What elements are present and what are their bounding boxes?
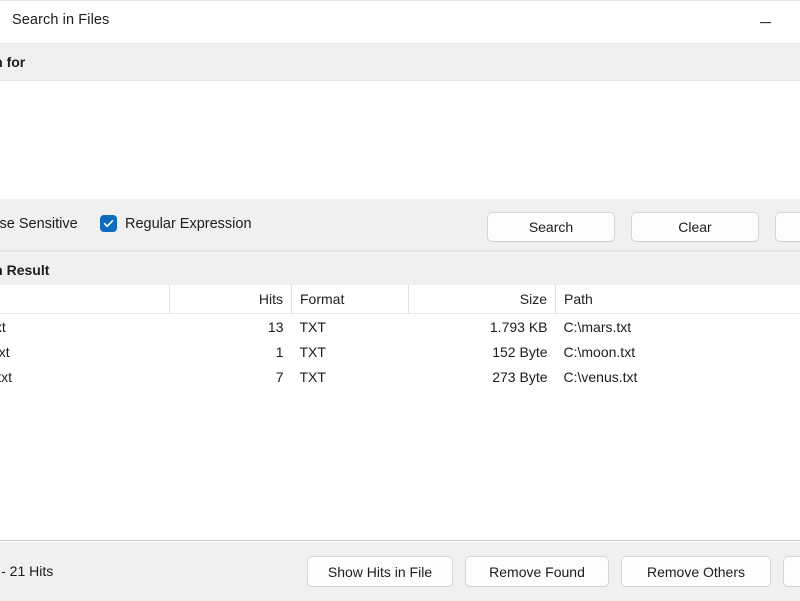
select-all-button[interactable]: Select All <box>783 556 800 587</box>
checkbox-box-regular-expression <box>100 215 117 232</box>
case-sensitive-checkbox[interactable]: Case Sensitive <box>0 215 78 232</box>
regular-expression-checkbox[interactable]: Regular Expression <box>100 215 252 232</box>
table-row[interactable]: moon.txt 1 TXT 152 Byte C:\moon.txt <box>0 339 800 364</box>
cell-hits: 13 <box>170 314 292 340</box>
search-for-group-header: Search for <box>0 43 800 81</box>
results-table-header: Name Hits Format Size Path <box>0 285 800 314</box>
results-table: Name Hits Format Size Path mars.txt 13 T… <box>0 285 800 389</box>
remove-found-button[interactable]: Remove Found <box>465 556 609 587</box>
cell-size: 273 Byte <box>409 364 556 389</box>
search-result-group-header: Search Result <box>0 251 800 289</box>
search-in-files-window: Search in Files <box>0 0 800 600</box>
regular-expression-label: Regular Expression <box>125 216 252 232</box>
column-header-format[interactable]: Format <box>292 285 409 314</box>
title-bar: Search in Files <box>0 1 800 43</box>
caption-button-group <box>742 1 800 43</box>
cell-size: 1.793 KB <box>409 314 556 340</box>
cell-hits: 1 <box>170 339 292 364</box>
column-header-size[interactable]: Size <box>409 285 556 314</box>
column-header-name[interactable]: Name <box>0 285 170 314</box>
table-row[interactable]: mars.txt 13 TXT 1.793 KB C:\mars.txt <box>0 314 800 340</box>
minimize-icon <box>760 17 771 28</box>
close-dialog-button[interactable]: Close <box>775 212 800 242</box>
cell-name: mars.txt <box>0 314 170 340</box>
column-header-hits[interactable]: Hits <box>170 285 292 314</box>
clear-button[interactable]: Clear <box>631 212 759 242</box>
table-row[interactable]: venus.txt 7 TXT 273 Byte C:\venus.txt <box>0 364 800 389</box>
remove-others-button[interactable]: Remove Others <box>621 556 771 587</box>
search-button[interactable]: Search <box>487 212 615 242</box>
cell-format: TXT <box>292 314 409 340</box>
cell-format: TXT <box>292 364 409 389</box>
search-input[interactable] <box>0 82 800 199</box>
search-for-label: Search for <box>0 54 25 70</box>
status-text: 3 Files - 21 Hits <box>0 563 53 579</box>
window-title: Search in Files <box>12 12 109 28</box>
cell-path: C:\venus.txt <box>556 364 800 389</box>
results-list[interactable]: Name Hits Format Size Path mars.txt 13 T… <box>0 285 800 541</box>
column-header-path[interactable]: Path <box>556 285 800 314</box>
minimize-button[interactable] <box>742 1 788 43</box>
table-header-row: Name Hits Format Size Path <box>0 285 800 314</box>
cell-size: 152 Byte <box>409 339 556 364</box>
cell-path: C:\moon.txt <box>556 339 800 364</box>
results-table-body: mars.txt 13 TXT 1.793 KB C:\mars.txt moo… <box>0 314 800 390</box>
case-sensitive-label: Case Sensitive <box>0 216 78 232</box>
show-hits-in-file-button[interactable]: Show Hits in File <box>307 556 453 587</box>
search-result-label: Search Result <box>0 262 49 278</box>
maximize-button[interactable] <box>788 1 800 43</box>
cell-name: moon.txt <box>0 339 170 364</box>
search-input-region <box>0 82 800 199</box>
cell-name: venus.txt <box>0 364 170 389</box>
cell-format: TXT <box>292 339 409 364</box>
cell-path: C:\mars.txt <box>556 314 800 340</box>
cell-hits: 7 <box>170 364 292 389</box>
